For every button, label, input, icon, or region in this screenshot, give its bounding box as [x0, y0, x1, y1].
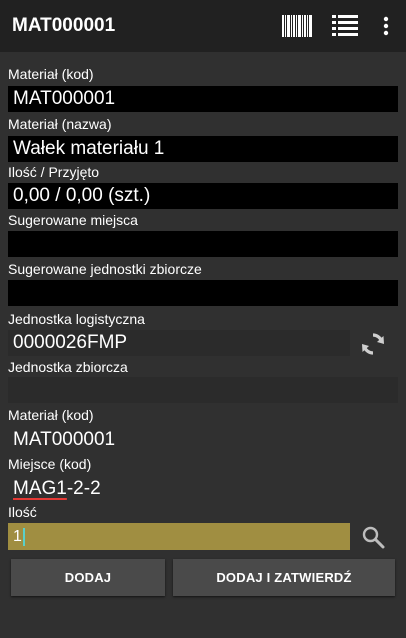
list-icon[interactable] — [332, 12, 358, 40]
add-confirm-button[interactable]: DODAJ I ZATWIERDŹ — [173, 559, 395, 596]
refresh-icon[interactable] — [358, 330, 388, 358]
location-code-part2: -2-2 — [66, 478, 101, 499]
location-code-label: Miejsce (kod) — [8, 456, 92, 472]
location-code-field[interactable]: MAG1-2-2 — [8, 476, 398, 502]
material-name-label: Materiał (nazwa) — [8, 116, 112, 132]
material-code-label: Materiał (kod) — [8, 66, 94, 82]
more-vert-icon[interactable] — [380, 12, 392, 40]
entry-material-code-field: MAT000001 — [13, 429, 116, 450]
material-code-field: MAT000001 — [8, 86, 398, 112]
quantity-received-field: 0,00 / 0,00 (szt.) — [8, 183, 398, 209]
suggested-units-label: Sugerowane jednostki zbiorcze — [8, 261, 202, 277]
entry-material-code-label: Materiał (kod) — [8, 407, 94, 423]
material-name-field: Wałek materiału 1 — [8, 136, 398, 162]
quantity-received-label: Ilość / Przyjęto — [8, 164, 100, 180]
collective-unit-label: Jednostka zbiorcza — [8, 359, 128, 375]
suggested-units-field — [8, 280, 398, 306]
suggested-locations-label: Sugerowane miejsca — [8, 212, 138, 228]
logistic-unit-field[interactable]: 0000026FMP — [8, 330, 350, 356]
text-caret — [22, 527, 25, 546]
location-code-part1: MAG1 — [13, 478, 67, 499]
app-bar: MAT000001 — [0, 0, 406, 52]
page-title: MAT000001 — [12, 15, 116, 36]
suggested-locations-field — [8, 231, 398, 257]
quantity-input[interactable]: 1 — [8, 523, 350, 550]
quantity-value: 1 — [13, 528, 22, 545]
add-button[interactable]: DODAJ — [11, 559, 165, 596]
quantity-label: Ilość — [8, 504, 37, 520]
barcode-icon[interactable] — [282, 12, 312, 40]
collective-unit-field[interactable] — [8, 377, 398, 403]
logistic-unit-label: Jednostka logistyczna — [8, 311, 145, 327]
search-icon[interactable] — [358, 523, 388, 551]
